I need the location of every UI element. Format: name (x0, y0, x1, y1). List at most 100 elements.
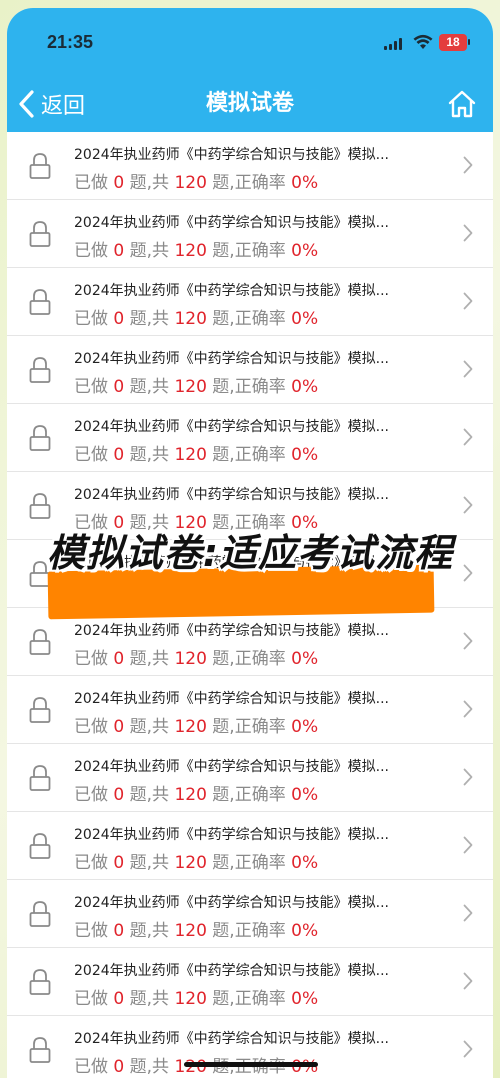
lock-icon (29, 697, 51, 723)
list-item[interactable]: 2024年执业药师《中药学综合知识与技能》模拟... 已做 0 题,共 120 题… (7, 676, 493, 744)
rate-label: 题,正确率 (206, 1057, 292, 1077)
total-label: 题,共 (124, 649, 175, 669)
status-bar: 21:35 18 (7, 32, 493, 56)
item-progress: 已做 0 题,共 120 题,正确率 0% (74, 984, 318, 1009)
battery-tip (468, 39, 470, 45)
total-count: 120 (174, 717, 207, 737)
item-progress: 已做 0 题,共 120 题,正确率 0% (74, 576, 318, 601)
item-title: 2024年执业药师《中药学综合知识与技能》模拟... (74, 487, 389, 503)
item-progress: 已做 0 题,共 120 题,正确率 0% (74, 712, 318, 737)
rate-label: 题,正确率 (206, 785, 292, 805)
list-item[interactable]: 2024年执业药师《中药学综合知识与技能》模拟... 已做 0 题,共 120 题… (7, 132, 493, 200)
rate-label: 题,正确率 (206, 853, 292, 873)
done-label: 已做 (74, 173, 114, 193)
accuracy-rate: 0% (291, 173, 319, 193)
item-title: 2024年执业药师《中药学综合知识与技能》模拟... (74, 147, 389, 163)
chevron-right-icon (463, 156, 473, 174)
total-count: 120 (174, 513, 207, 533)
list-item[interactable]: 2024年执业药师《中药学综合知识与技能》模拟... 已做 0 题,共 120 题… (7, 336, 493, 404)
accuracy-rate: 0% (291, 581, 319, 601)
signal-icon (384, 38, 404, 50)
total-count: 120 (174, 445, 207, 465)
rate-label: 题,正确率 (206, 989, 292, 1009)
header: 21:35 18 返回 模拟试卷 (7, 8, 493, 132)
rate-label: 题,正确率 (206, 649, 292, 669)
item-title: 2024年执业药师《中药学综合知识与技能》模拟... (74, 555, 389, 571)
lock-icon (29, 221, 51, 247)
item-title: 2024年执业药师《中药学综合知识与技能》模拟... (74, 1031, 389, 1047)
rate-label: 题,正确率 (206, 921, 292, 941)
item-progress: 已做 0 题,共 120 题,正确率 0% (74, 304, 318, 329)
lock-icon (29, 561, 51, 587)
item-title: 2024年执业药师《中药学综合知识与技能》模拟... (74, 283, 389, 299)
item-title: 2024年执业药师《中药学综合知识与技能》模拟... (74, 623, 389, 639)
done-count: 0 (113, 445, 125, 465)
accuracy-rate: 0% (291, 1057, 319, 1077)
lock-icon (29, 833, 51, 859)
accuracy-rate: 0% (291, 513, 319, 533)
item-title: 2024年执业药师《中药学综合知识与技能》模拟... (74, 963, 389, 979)
lock-icon (29, 289, 51, 315)
chevron-right-icon (463, 972, 473, 990)
done-count: 0 (113, 853, 125, 873)
list-item[interactable]: 2024年执业药师《中药学综合知识与技能》模拟... 已做 0 题,共 120 题… (7, 880, 493, 948)
done-count: 0 (113, 173, 125, 193)
chevron-right-icon (463, 904, 473, 922)
item-title: 2024年执业药师《中药学综合知识与技能》模拟... (74, 759, 389, 775)
list-item[interactable]: 2024年执业药师《中药学综合知识与技能》模拟... 已做 0 题,共 120 题… (7, 540, 493, 608)
lock-icon (29, 629, 51, 655)
done-count: 0 (113, 785, 125, 805)
lock-icon (29, 425, 51, 451)
list-item[interactable]: 2024年执业药师《中药学综合知识与技能》模拟... 已做 0 题,共 120 题… (7, 268, 493, 336)
total-count: 120 (174, 241, 207, 261)
total-label: 题,共 (124, 785, 175, 805)
list-item[interactable]: 2024年执业药师《中药学综合知识与技能》模拟... 已做 0 题,共 120 题… (7, 1016, 493, 1078)
accuracy-rate: 0% (291, 921, 319, 941)
rate-label: 题,正确率 (206, 377, 292, 397)
list-item[interactable]: 2024年执业药师《中药学综合知识与技能》模拟... 已做 0 题,共 120 题… (7, 744, 493, 812)
home-icon[interactable] (447, 89, 477, 119)
done-count: 0 (113, 989, 125, 1009)
done-label: 已做 (74, 241, 114, 261)
total-label: 题,共 (124, 173, 175, 193)
total-count: 120 (174, 921, 207, 941)
page-title: 模拟试卷 (205, 91, 294, 116)
item-title: 2024年执业药师《中药学综合知识与技能》模拟... (74, 691, 389, 707)
lock-icon (29, 765, 51, 791)
item-title: 2024年执业药师《中药学综合知识与技能》模拟... (74, 895, 389, 911)
rate-label: 题,正确率 (206, 309, 292, 329)
done-count: 0 (113, 309, 125, 329)
lock-icon (29, 969, 51, 995)
done-label: 已做 (74, 717, 114, 737)
rate-label: 题,正确率 (206, 513, 292, 533)
total-count: 120 (174, 1057, 207, 1077)
item-progress: 已做 0 题,共 120 题,正确率 0% (74, 508, 318, 533)
accuracy-rate: 0% (291, 241, 319, 261)
list-item[interactable]: 2024年执业药师《中药学综合知识与技能》模拟... 已做 0 题,共 120 题… (7, 608, 493, 676)
list-item[interactable]: 2024年执业药师《中药学综合知识与技能》模拟... 已做 0 题,共 120 题… (7, 472, 493, 540)
list-item[interactable]: 2024年执业药师《中药学综合知识与技能》模拟... 已做 0 题,共 120 题… (7, 200, 493, 268)
total-label: 题,共 (124, 989, 175, 1009)
list-item[interactable]: 2024年执业药师《中药学综合知识与技能》模拟... 已做 0 题,共 120 题… (7, 404, 493, 472)
accuracy-rate: 0% (291, 445, 319, 465)
total-count: 120 (174, 581, 207, 601)
chevron-right-icon (463, 360, 473, 378)
chevron-right-icon (463, 496, 473, 514)
list-item[interactable]: 2024年执业药师《中药学综合知识与技能》模拟... 已做 0 题,共 120 题… (7, 948, 493, 1016)
lock-icon (29, 1037, 51, 1063)
total-label: 题,共 (124, 309, 175, 329)
lock-icon (29, 901, 51, 927)
done-count: 0 (113, 241, 125, 261)
item-progress: 已做 0 题,共 120 题,正确率 0% (74, 780, 318, 805)
chevron-right-icon (463, 632, 473, 650)
done-label: 已做 (74, 377, 114, 397)
rate-label: 题,正确率 (206, 241, 292, 261)
nav-bar: 返回 模拟试卷 (7, 84, 493, 124)
list-item[interactable]: 2024年执业药师《中药学综合知识与技能》模拟... 已做 0 题,共 120 题… (7, 812, 493, 880)
lock-icon (29, 153, 51, 179)
done-label: 已做 (74, 445, 114, 465)
lock-icon (29, 493, 51, 519)
done-label: 已做 (74, 785, 114, 805)
chevron-right-icon (463, 564, 473, 582)
done-label: 已做 (74, 649, 114, 669)
